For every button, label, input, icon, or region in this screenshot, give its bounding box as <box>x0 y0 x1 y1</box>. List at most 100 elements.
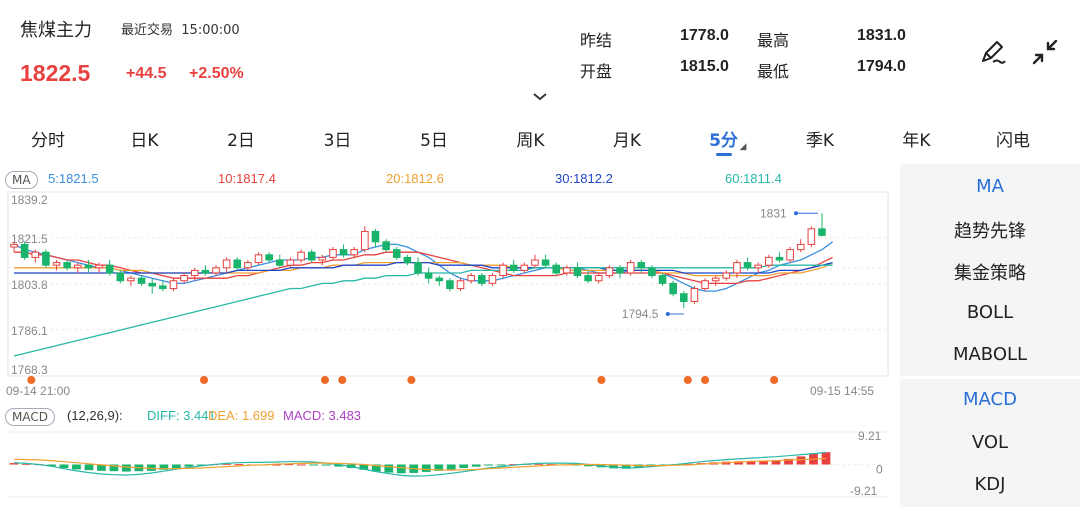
signal-dot <box>27 376 36 384</box>
high-marker-dot <box>794 211 798 216</box>
indicator-divider <box>900 376 1080 379</box>
main-indicator-boll[interactable]: BOLL <box>900 302 1080 323</box>
ma-legend-item-3: 30:1812.2 <box>555 171 613 186</box>
macd-bar <box>234 464 244 466</box>
main-indicator-maboll[interactable]: MABOLL <box>900 344 1080 365</box>
candle <box>307 251 316 261</box>
candle <box>10 243 18 248</box>
candle <box>222 259 231 269</box>
tab-9[interactable]: 年K <box>902 126 930 151</box>
price-axis-label: 1786.1 <box>11 324 48 338</box>
ma-legend-item-2: 20:1812.6 <box>386 171 444 186</box>
candle <box>509 264 518 271</box>
candle <box>424 272 433 279</box>
macd-axis-label: 9.21 <box>858 429 882 443</box>
candle <box>169 280 178 290</box>
tab-4[interactable]: 5日 <box>420 126 448 151</box>
time-start-label: 09-14 21:00 <box>6 384 70 398</box>
price-change-pct: +2.50% <box>189 65 244 82</box>
candle <box>520 264 529 271</box>
low-marker-label: 1794.5 <box>622 307 659 321</box>
macd-dea: DEA: 1.699 <box>208 408 275 423</box>
candle <box>499 264 507 277</box>
main-indicator-集金策略[interactable]: 集金策略 <box>900 259 1080 285</box>
signal-dot <box>338 376 347 384</box>
candle <box>371 230 380 243</box>
candle <box>148 282 157 287</box>
macd-bar <box>421 464 431 472</box>
collapse-arrows-icon[interactable] <box>1030 37 1060 67</box>
candle <box>573 267 582 277</box>
kline-chart[interactable]: 1839.2 1821.5 1803.8 1786.1 1768.3 1831 1794.5… <box>0 164 898 507</box>
tab-1[interactable]: 日K <box>130 126 158 151</box>
tab-7[interactable]: 5分 <box>709 126 738 151</box>
candle <box>733 262 741 274</box>
price-axis-label: 1768.3 <box>11 363 48 377</box>
signal-dot <box>200 376 209 384</box>
signal-dot <box>597 376 606 384</box>
candle <box>605 267 614 277</box>
candle <box>531 259 539 266</box>
tab-3[interactable]: 3日 <box>324 126 352 151</box>
price-change: +44.5 <box>126 65 167 82</box>
candle <box>637 262 646 269</box>
tab-5[interactable]: 周K <box>516 126 544 151</box>
indicator-panel: MA 趋势先锋集金策略 BOLL MABOLL MACD VOL KDJ <box>900 164 1080 507</box>
candle <box>190 269 199 277</box>
ma-legend-tag[interactable]: MA <box>5 171 38 189</box>
candle <box>127 277 135 282</box>
candle <box>350 249 359 256</box>
tab-0[interactable]: 分时 <box>31 126 65 151</box>
open-label: 开盘 <box>580 62 613 81</box>
candle <box>275 259 284 266</box>
candle <box>137 277 146 284</box>
active-tab-indicator <box>715 153 732 156</box>
low-marker-dot <box>665 312 670 317</box>
candle <box>467 275 475 282</box>
open-value: 1815.0 <box>680 58 729 75</box>
candle <box>818 228 826 236</box>
corner-icon: ◢ <box>739 142 747 152</box>
pen-icon[interactable] <box>978 37 1008 67</box>
tab-6[interactable]: 月K <box>613 126 641 151</box>
macd-bar <box>796 456 806 465</box>
candle <box>52 262 61 266</box>
tab-10[interactable]: 闪电 <box>996 126 1030 151</box>
price-axis-label: 1803.8 <box>11 278 48 292</box>
macd-bar <box>321 464 331 466</box>
macd-legend-tag[interactable]: MACD <box>5 408 55 426</box>
candle <box>616 267 624 274</box>
ma-legend-item-0: 5:1821.5 <box>48 171 99 186</box>
main-indicator-趋势先锋[interactable]: 趋势先锋 <box>900 217 1080 243</box>
macd-bar <box>446 464 456 470</box>
signal-dot <box>770 376 779 384</box>
tab-8[interactable]: 季K <box>806 126 834 151</box>
candle <box>807 228 816 245</box>
candle <box>233 259 242 269</box>
prev-settle-value: 1778.0 <box>680 27 729 44</box>
low-label: 最低 <box>757 62 790 81</box>
tab-2[interactable]: 2日 <box>227 126 255 151</box>
candle <box>552 264 561 274</box>
chart-area[interactable]: 1839.2 1821.5 1803.8 1786.1 1768.3 1831 1794.5… <box>0 164 898 507</box>
candle <box>456 280 465 290</box>
main-indicator-ma[interactable]: MA <box>900 176 1080 197</box>
sub-indicator-kdj[interactable]: KDJ <box>900 474 1080 495</box>
period-tabs: 分时 日K 2日 3日 5日 周K 月K 5分 ◢ 季K 年K 闪电 <box>0 118 1080 158</box>
candle <box>329 249 337 258</box>
candle <box>73 264 82 269</box>
macd-params: (12,26,9): <box>67 408 123 423</box>
last-price: 1822.5 <box>20 60 91 86</box>
signal-dot <box>701 376 710 384</box>
candle <box>775 256 784 261</box>
sub-indicator-macd[interactable]: MACD <box>900 389 1080 410</box>
sub-indicator-vol[interactable]: VOL <box>900 432 1080 453</box>
chevron-down-icon[interactable] <box>530 88 550 101</box>
candle <box>796 243 805 251</box>
candle <box>95 264 103 269</box>
candle <box>711 277 720 282</box>
macd-axis-label: -9.21 <box>850 484 878 498</box>
candle <box>488 275 497 284</box>
macd-bar <box>172 464 181 469</box>
macd-diff: DIFF: 3.441 <box>147 408 216 423</box>
